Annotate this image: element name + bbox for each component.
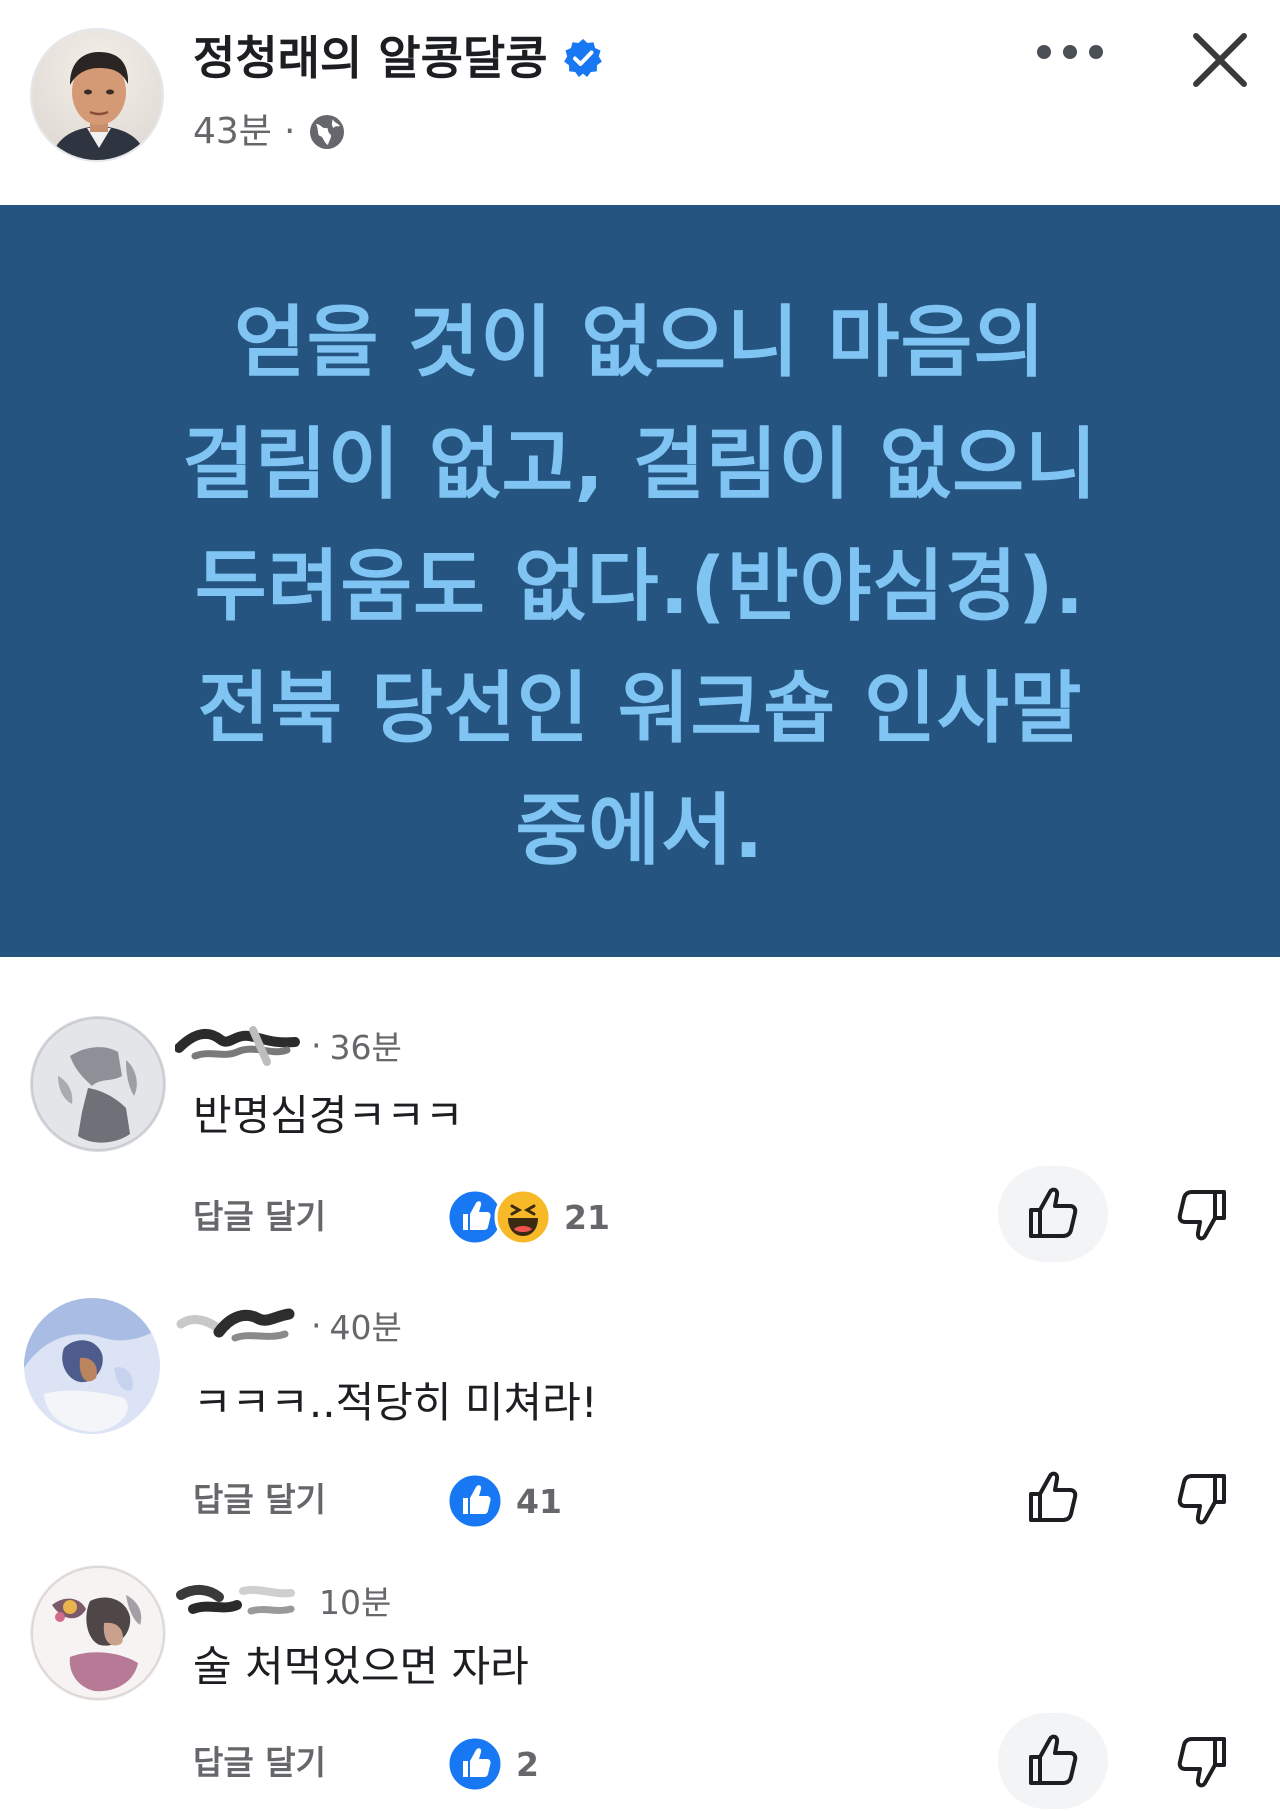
post-text-card[interactable]: 얻을 것이 없으니 마음의 걸림이 없고, 걸림이 없으니 두려움도 없다.(반… (0, 205, 1280, 957)
post-meta: 43분 · (193, 110, 347, 154)
comment-separator: · (311, 1025, 322, 1065)
comment-item: · 40분 ㅋㅋㅋ..적당히 미쳐라! 답글 달기 41 (0, 1280, 1280, 1540)
comment-header: · 40분 (175, 1300, 402, 1350)
verified-badge-icon (563, 39, 602, 77)
commenter-avatar[interactable] (24, 1298, 160, 1434)
commenter-name-redacted[interactable] (175, 1302, 303, 1348)
commenter-photo-blurred (24, 1298, 160, 1434)
thumbs-down-icon (1177, 1190, 1226, 1241)
author-avatar[interactable] (30, 28, 164, 162)
thumbs-up-icon (1029, 1187, 1078, 1238)
reply-button[interactable]: 답글 달기 (193, 1195, 326, 1239)
post-line: 중에서. (515, 786, 765, 876)
reaction-count: 2 (516, 1744, 539, 1784)
commenter-avatar[interactable] (30, 1565, 166, 1701)
commenter-name-redacted[interactable] (175, 1022, 303, 1068)
comment-item: · 36분 반명심경ㅋㅋㅋ 답글 달기 21 (0, 1000, 1280, 1270)
reply-button[interactable]: 답글 달기 (193, 1741, 326, 1785)
thumbs-down-icon (1177, 1474, 1226, 1525)
comment-separator: · (311, 1305, 322, 1345)
author-name[interactable]: 정청래의 알콩달콩 (193, 30, 548, 86)
commenter-photo-blurred (30, 1016, 166, 1152)
comment-time[interactable]: 36분 (330, 1021, 402, 1069)
globe-icon (310, 115, 345, 149)
like-reaction-icon (446, 1472, 504, 1530)
dislike-button[interactable] (1160, 1456, 1244, 1540)
post-line: 걸림이 없고, 걸림이 없으니 (182, 420, 1098, 510)
reaction-summary[interactable]: 2 (446, 1735, 539, 1793)
author-name-row: 정청래의 알콩달콩 (193, 30, 604, 86)
comment-text: 술 처먹었으면 자라 (193, 1642, 529, 1691)
more-horizontal-icon (1037, 45, 1103, 59)
post-line: 두려움도 없다.(반야심경). (194, 542, 1086, 632)
reaction-count: 41 (516, 1481, 562, 1521)
dislike-button[interactable] (1160, 1172, 1244, 1256)
comment-time[interactable]: 40분 (330, 1301, 402, 1349)
post-line: 얻을 것이 없으니 마음의 (233, 298, 1047, 388)
close-icon (1193, 33, 1247, 87)
reaction-summary[interactable]: 41 (446, 1472, 562, 1530)
thumbs-down-icon (1177, 1737, 1226, 1788)
post-header: 정청래의 알콩달콩 43분 · (0, 0, 1280, 205)
more-options-button[interactable] (1020, 22, 1120, 82)
comment-text: 반명심경ㅋㅋㅋ (193, 1091, 464, 1140)
comment-header: 10분 (175, 1575, 391, 1625)
like-button[interactable] (998, 1450, 1108, 1546)
post-time[interactable]: 43분 (193, 110, 272, 154)
comment-text: ㅋㅋㅋ..적당히 미쳐라! (193, 1378, 598, 1427)
haha-reaction-icon (494, 1188, 552, 1246)
post-line: 전북 당선인 워크숍 인사말 (197, 664, 1083, 754)
comment-header: · 36분 (175, 1020, 402, 1070)
close-button[interactable] (1180, 20, 1260, 100)
commenter-avatar[interactable] (30, 1016, 166, 1152)
dislike-button[interactable] (1160, 1719, 1244, 1803)
thumbs-up-icon (1029, 1734, 1078, 1785)
reply-button[interactable]: 답글 달기 (193, 1478, 326, 1522)
comment-item: 10분 술 처먹었으면 자라 답글 달기 2 (0, 1545, 1280, 1811)
like-button[interactable] (998, 1713, 1108, 1809)
commenter-photo-blurred (30, 1565, 166, 1701)
post-body-text: 얻을 것이 없으니 마음의 걸림이 없고, 걸림이 없으니 두려움도 없다.(반… (120, 282, 1160, 892)
reaction-count: 21 (564, 1197, 610, 1237)
comment-time[interactable]: 10분 (319, 1576, 391, 1624)
author-photo (32, 30, 162, 160)
reaction-summary[interactable]: 21 (446, 1188, 610, 1246)
post-detail-screen: 정청래의 알콩달콩 43분 · 얻을 것이 없으니 마음의 걸림이 없고, 걸림… (0, 0, 1280, 1811)
like-button[interactable] (998, 1166, 1108, 1262)
meta-separator: · (283, 111, 296, 152)
like-reaction-icon (446, 1735, 504, 1793)
thumbs-up-icon (1029, 1471, 1078, 1522)
commenter-name-redacted[interactable] (175, 1577, 303, 1623)
